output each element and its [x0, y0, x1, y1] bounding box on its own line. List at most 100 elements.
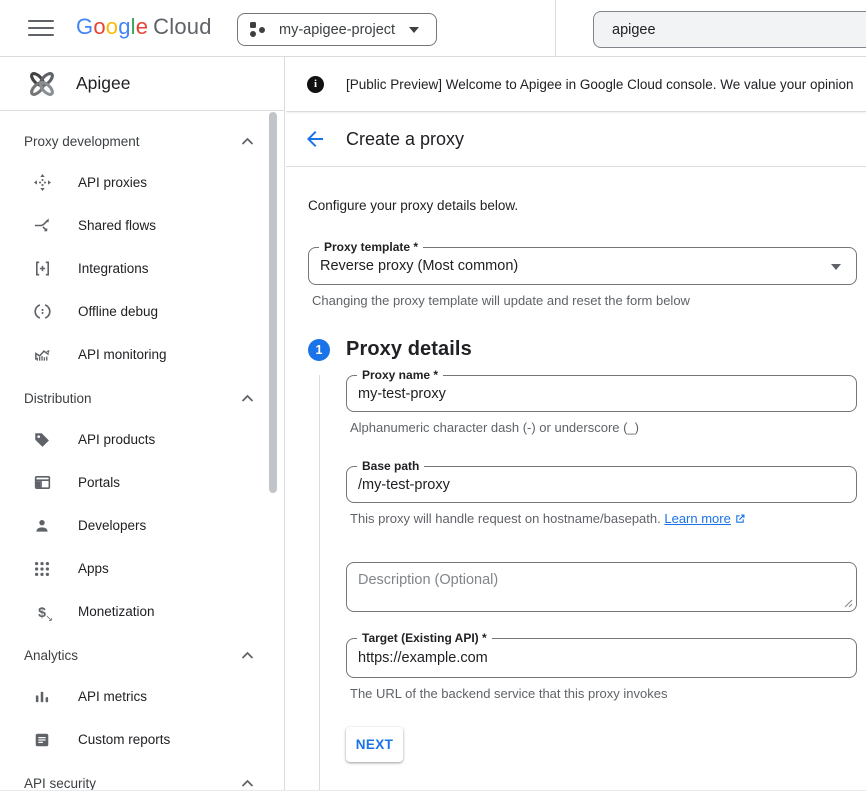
- sidebar-item-label: Integrations: [78, 261, 149, 276]
- sidebar-item-label: API metrics: [78, 689, 147, 704]
- sidebar-item-offline-debug[interactable]: Offline debug: [0, 290, 284, 333]
- sidebar-item-integrations[interactable]: Integrations: [0, 247, 284, 290]
- logo-letter: e: [136, 14, 148, 39]
- logo-cloud-text: Cloud: [153, 14, 211, 39]
- project-name: my-apigee-project: [279, 22, 395, 38]
- shared-flows-icon: [32, 216, 52, 236]
- chevron-up-icon: [241, 779, 254, 788]
- sidebar-item-api-proxies[interactable]: API proxies: [0, 161, 284, 204]
- search-input[interactable]: [593, 11, 866, 48]
- sidebar: Apigee Proxy development API proxies Sha…: [0, 57, 285, 791]
- nav-section-api-security[interactable]: API security: [0, 769, 284, 791]
- base-path-field[interactable]: Base path: [346, 466, 857, 503]
- section-label: API security: [24, 776, 96, 791]
- sidebar-item-label: Shared flows: [78, 218, 156, 233]
- sidebar-nav: Proxy development API proxies Shared flo…: [0, 111, 284, 791]
- sidebar-item-api-products[interactable]: API products: [0, 418, 284, 461]
- sidebar-item-api-monitoring[interactable]: API monitoring: [0, 333, 284, 376]
- google-cloud-logo: GoogleCloud: [76, 14, 212, 40]
- sidebar-item-label: API products: [78, 432, 155, 447]
- developers-icon: [32, 516, 52, 536]
- nav-items: API metrics Custom reports: [0, 675, 284, 761]
- logo-letter: o: [93, 14, 105, 39]
- section-label: Analytics: [24, 648, 78, 663]
- sidebar-item-shared-flows[interactable]: Shared flows: [0, 204, 284, 247]
- sidebar-item-label: Offline debug: [78, 304, 158, 319]
- next-button[interactable]: NEXT: [346, 727, 403, 762]
- public-preview-banner: i [Public Preview] Welcome to Apigee in …: [286, 57, 866, 112]
- chevron-down-icon: [409, 27, 419, 33]
- chevron-up-icon: [241, 137, 254, 146]
- section-label: Proxy development: [24, 134, 140, 149]
- logo-letter: o: [106, 14, 118, 39]
- sidebar-scrollbar[interactable]: [269, 112, 277, 493]
- sidebar-item-label: API monitoring: [78, 347, 167, 362]
- learn-more-link[interactable]: Learn more: [664, 511, 730, 526]
- chevron-up-icon: [241, 394, 254, 403]
- sidebar-header: Apigee: [0, 57, 284, 111]
- sidebar-app-name: Apigee: [76, 73, 131, 94]
- back-arrow-icon[interactable]: [303, 127, 327, 151]
- sidebar-item-portals[interactable]: Portals: [0, 461, 284, 504]
- banner-text: [Public Preview] Welcome to Apigee in Go…: [346, 77, 854, 92]
- apigee-logo-icon: [27, 69, 57, 99]
- logo-letter: G: [76, 14, 93, 39]
- logo-letter: g: [118, 14, 130, 39]
- base-path-helper-text: This proxy will handle request on hostna…: [350, 511, 664, 526]
- offline-debug-icon: [32, 302, 52, 322]
- step-number-badge: 1: [308, 339, 330, 361]
- sidebar-item-apps[interactable]: Apps: [0, 547, 284, 590]
- form-area: Configure your proxy details below. Prox…: [286, 167, 866, 791]
- intro-text: Configure your proxy details below.: [308, 198, 857, 213]
- nav-items: API products Portals Developers Apps: [0, 418, 284, 633]
- api-products-icon: [32, 430, 52, 450]
- chevron-up-icon: [241, 651, 254, 660]
- nav-items: API proxies Shared flows Integrations Of…: [0, 161, 284, 376]
- top-bar: GoogleCloud my-apigee-project: [0, 0, 866, 57]
- proxy-name-field[interactable]: Proxy name *: [346, 375, 857, 412]
- base-path-helper: This proxy will handle request on hostna…: [346, 511, 857, 526]
- external-link-icon: [734, 513, 746, 525]
- target-field[interactable]: Target (Existing API) *: [346, 638, 857, 678]
- integrations-icon: [32, 259, 52, 279]
- api-monitoring-icon: [32, 345, 52, 365]
- target-helper: The URL of the backend service that this…: [346, 686, 857, 701]
- nav-section-proxy-development[interactable]: Proxy development: [0, 127, 284, 155]
- page-header: Create a proxy: [286, 112, 866, 167]
- step-header: 1 Proxy details: [308, 338, 857, 361]
- sidebar-item-label: Portals: [78, 475, 120, 490]
- info-icon: i: [307, 76, 324, 93]
- description-field[interactable]: [346, 562, 857, 612]
- page-title: Create a proxy: [346, 129, 464, 150]
- proxy-name-label: Proxy name *: [357, 368, 443, 382]
- nav-section-distribution[interactable]: Distribution: [0, 384, 284, 412]
- step-body: Proxy name * Alphanumeric character dash…: [319, 375, 857, 791]
- sidebar-item-monetization[interactable]: $↘ Monetization: [0, 590, 284, 633]
- sidebar-item-label: Apps: [78, 561, 109, 576]
- section-label: Distribution: [24, 391, 92, 406]
- api-metrics-icon: [32, 687, 52, 707]
- sidebar-item-label: Developers: [78, 518, 146, 533]
- proxy-template-select[interactable]: Proxy template * Reverse proxy (Most com…: [308, 247, 857, 285]
- custom-reports-icon: [32, 730, 52, 750]
- base-path-label: Base path: [357, 459, 424, 473]
- sidebar-item-custom-reports[interactable]: Custom reports: [0, 718, 284, 761]
- apps-icon: [32, 559, 52, 579]
- proxy-template-helper: Changing the proxy template will update …: [308, 293, 857, 308]
- api-proxies-icon: [32, 173, 52, 193]
- sidebar-item-label: Monetization: [78, 604, 155, 619]
- sidebar-item-developers[interactable]: Developers: [0, 504, 284, 547]
- monetization-icon: $↘: [32, 602, 52, 622]
- project-selector-button[interactable]: my-apigee-project: [237, 13, 437, 46]
- sidebar-item-api-metrics[interactable]: API metrics: [0, 675, 284, 718]
- project-icon: [250, 22, 265, 37]
- description-textarea[interactable]: [347, 563, 856, 611]
- select-caret-icon: [831, 264, 841, 270]
- nav-section-analytics[interactable]: Analytics: [0, 641, 284, 669]
- menu-icon[interactable]: [28, 20, 54, 38]
- proxy-name-helper: Alphanumeric character dash (-) or under…: [346, 420, 857, 435]
- step-title: Proxy details: [346, 338, 472, 361]
- sidebar-item-label: API proxies: [78, 175, 147, 190]
- target-label: Target (Existing API) *: [357, 631, 492, 645]
- sidebar-item-label: Custom reports: [78, 732, 170, 747]
